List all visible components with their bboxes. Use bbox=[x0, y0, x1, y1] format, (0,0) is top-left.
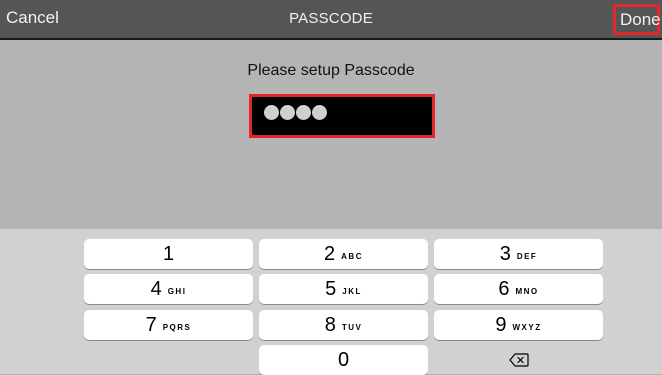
done-button[interactable]: Done bbox=[613, 4, 661, 35]
key-number: 8 bbox=[324, 313, 336, 336]
key-5[interactable]: 5 JKL bbox=[259, 274, 428, 304]
key-letters: WXYZ bbox=[512, 322, 542, 332]
key-number: 7 bbox=[145, 313, 157, 336]
key-8[interactable]: 8 TUV bbox=[259, 310, 428, 340]
passcode-dot bbox=[264, 105, 279, 120]
passcode-dot bbox=[296, 105, 311, 120]
key-number: 9 bbox=[495, 313, 507, 336]
page-title: PASSCODE bbox=[289, 10, 373, 27]
key-6[interactable]: 6 MNO bbox=[434, 274, 603, 304]
key-number: 3 bbox=[499, 242, 511, 265]
key-letters: MNO bbox=[515, 286, 539, 296]
delete-key[interactable] bbox=[434, 345, 603, 375]
key-number: 5 bbox=[325, 277, 337, 300]
passcode-dots bbox=[264, 105, 327, 120]
navigation-bar: Cancel PASSCODE Done bbox=[0, 0, 662, 40]
key-number: 4 bbox=[150, 277, 162, 300]
passcode-prompt: Please setup Passcode bbox=[247, 62, 415, 79]
key-1[interactable]: 1 bbox=[84, 239, 253, 269]
key-letters: PQRS bbox=[162, 322, 192, 332]
key-4[interactable]: 4 GHI bbox=[84, 274, 253, 304]
key-letters: GHI bbox=[167, 286, 187, 296]
passcode-dot bbox=[280, 105, 295, 120]
key-number: 0 bbox=[337, 348, 350, 371]
numeric-keypad: 1 2 ABC 3 DEF 4 GHI 5 JKL 6 MNO 7 PQRS 8… bbox=[0, 229, 662, 375]
key-number: 1 bbox=[162, 242, 175, 265]
key-letters: ABC bbox=[341, 251, 363, 261]
key-letters: TUV bbox=[341, 322, 363, 332]
key-0[interactable]: 0 bbox=[259, 345, 428, 375]
key-letters: DEF bbox=[516, 251, 538, 261]
passcode-field[interactable] bbox=[249, 94, 435, 138]
passcode-setup-area: Please setup Passcode bbox=[0, 40, 662, 229]
key-2[interactable]: 2 ABC bbox=[259, 239, 428, 269]
key-letters: JKL bbox=[342, 286, 362, 296]
key-7[interactable]: 7 PQRS bbox=[84, 310, 253, 340]
key-9[interactable]: 9 WXYZ bbox=[434, 310, 603, 340]
key-number: 2 bbox=[324, 242, 336, 265]
key-3[interactable]: 3 DEF bbox=[434, 239, 603, 269]
backspace-icon bbox=[508, 353, 529, 367]
key-number: 6 bbox=[498, 277, 510, 300]
passcode-dot bbox=[312, 105, 327, 120]
